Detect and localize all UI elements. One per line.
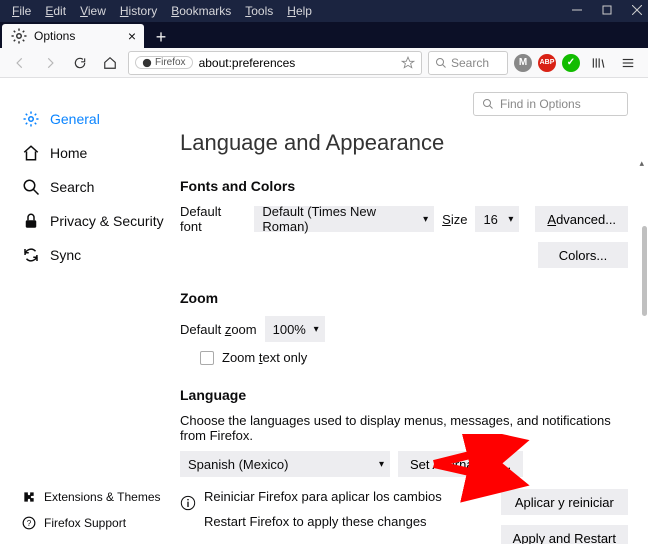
account-icon[interactable]: M (514, 54, 532, 72)
sidebar-support[interactable]: ? Firefox Support (22, 510, 161, 536)
size-label: Size (442, 212, 467, 227)
search-icon (482, 98, 494, 110)
help-icon: ? (22, 516, 36, 530)
tab-options[interactable]: Options × (2, 24, 144, 48)
tab-label: Options (34, 29, 75, 43)
nav-toolbar: Firefox Search M ABP ✓ (0, 48, 648, 78)
set-alternatives-button[interactable]: Set Alternatives... (398, 451, 523, 477)
abp-icon[interactable]: ABP (538, 54, 556, 72)
find-in-options[interactable]: Find in Options (473, 92, 628, 116)
puzzle-icon (22, 490, 36, 504)
search-icon (435, 57, 447, 69)
new-tab-button[interactable]: + (148, 26, 174, 48)
app-menu-icon[interactable] (616, 51, 640, 75)
home-icon (22, 144, 40, 162)
close-icon[interactable] (632, 4, 642, 18)
zoom-text-only-checkbox[interactable] (200, 351, 214, 365)
restart-msg-es: Reiniciar Firefox para aplicar los cambi… (204, 489, 493, 504)
sidebar-item-label: Firefox Support (44, 516, 126, 530)
home-button[interactable] (98, 51, 122, 75)
reload-button[interactable] (68, 51, 92, 75)
menu-tools[interactable]: Tools (239, 2, 279, 20)
back-button[interactable] (8, 51, 32, 75)
apply-restart-es-button[interactable]: Aplicar y reiniciar (501, 489, 628, 515)
zoom-text-only-label: Zoom text only (222, 350, 307, 365)
default-zoom-select[interactable]: 100% (265, 316, 325, 342)
menu-bar: File Edit View History Bookmarks Tools H… (0, 0, 648, 22)
font-size-select[interactable]: 16 (475, 206, 519, 232)
url-bar[interactable]: Firefox (128, 51, 422, 75)
colors-button[interactable]: Colors... (538, 242, 628, 268)
advanced-button[interactable]: Advanced... (535, 206, 628, 232)
firefox-icon (142, 58, 152, 68)
green-check-icon[interactable]: ✓ (562, 54, 580, 72)
forward-button[interactable] (38, 51, 62, 75)
tab-strip: Options × + (0, 22, 648, 48)
sidebar-item-sync[interactable]: Sync (22, 238, 166, 272)
url-input[interactable] (199, 56, 395, 70)
fonts-heading: Fonts and Colors (180, 178, 628, 194)
settings-sidebar: General Home Search Privacy & Security S… (0, 78, 166, 544)
apply-restart-en-button[interactable]: Apply and Restart (501, 525, 628, 544)
language-desc: Choose the languages used to display men… (180, 413, 628, 443)
default-zoom-label: Default zoom (180, 322, 257, 337)
sidebar-item-label: Home (50, 145, 87, 161)
page-title: Language and Appearance (180, 130, 628, 156)
default-font-label: Default font (180, 204, 246, 234)
tab-close-icon[interactable]: × (128, 29, 136, 43)
menu-view[interactable]: View (74, 2, 112, 20)
menu-edit[interactable]: Edit (39, 2, 72, 20)
library-icon[interactable] (586, 51, 610, 75)
minimize-icon[interactable] (572, 4, 582, 18)
sidebar-item-label: Privacy & Security (50, 213, 164, 229)
settings-main: Find in Options Language and Appearance … (166, 78, 648, 544)
menu-file[interactable]: File (6, 2, 37, 20)
sidebar-item-general[interactable]: General (22, 102, 166, 136)
identity-badge[interactable]: Firefox (135, 56, 193, 69)
menu-bookmarks[interactable]: Bookmarks (165, 2, 237, 20)
content-area: ▴ General Home Search Privacy & Security… (0, 78, 648, 544)
sidebar-item-label: Sync (50, 247, 81, 263)
lock-icon (22, 212, 40, 230)
sidebar-item-label: General (50, 111, 100, 127)
zoom-heading: Zoom (180, 290, 628, 306)
sidebar-item-home[interactable]: Home (22, 136, 166, 170)
bookmark-star-icon[interactable] (401, 56, 415, 70)
language-section: Language Choose the languages used to di… (180, 387, 628, 544)
search-bar[interactable]: Search (428, 51, 508, 75)
maximize-icon[interactable] (602, 4, 612, 18)
sidebar-item-label: Extensions & Themes (44, 490, 161, 504)
default-font-select[interactable]: Default (Times New Roman) (254, 206, 434, 232)
fonts-section: Fonts and Colors Default font Default (T… (180, 178, 628, 268)
zoom-section: Zoom Default zoom 100% Zoom text only (180, 290, 628, 365)
menu-history[interactable]: History (114, 2, 163, 20)
svg-text:?: ? (27, 519, 32, 528)
language-heading: Language (180, 387, 628, 403)
gear-icon (10, 27, 28, 45)
sidebar-item-privacy[interactable]: Privacy & Security (22, 204, 166, 238)
sync-icon (22, 246, 40, 264)
info-icon (180, 495, 196, 511)
gear-icon (22, 110, 40, 128)
search-icon (22, 178, 40, 196)
menu-help[interactable]: Help (281, 2, 318, 20)
sidebar-item-label: Search (50, 179, 94, 195)
language-select[interactable]: Spanish (Mexico) (180, 451, 390, 477)
sidebar-extensions[interactable]: Extensions & Themes (22, 484, 161, 510)
restart-msg-en: Restart Firefox to apply these changes (204, 514, 493, 529)
sidebar-item-search[interactable]: Search (22, 170, 166, 204)
